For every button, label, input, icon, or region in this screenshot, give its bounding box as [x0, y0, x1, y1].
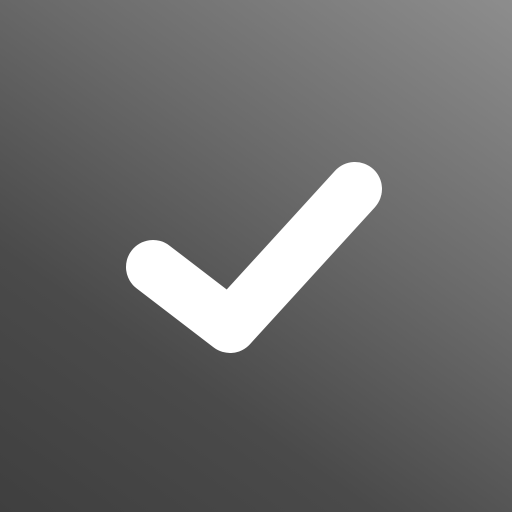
icon-tile [0, 0, 512, 512]
checkmark-stroke [126, 162, 382, 353]
checkmark-icon [126, 162, 382, 353]
